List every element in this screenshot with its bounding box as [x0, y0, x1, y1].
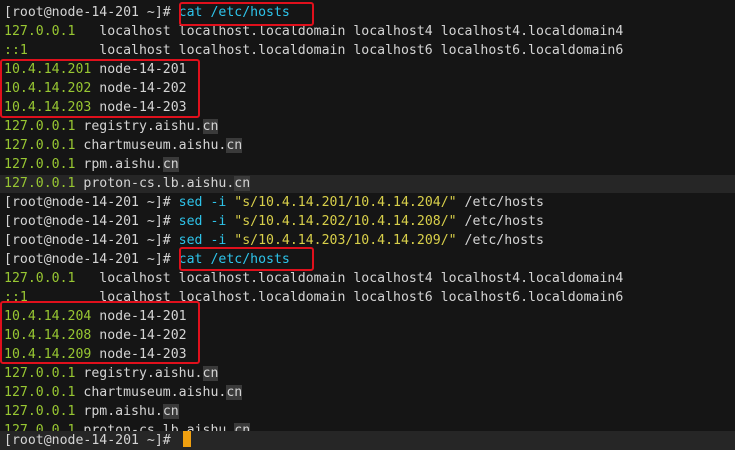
shell-prompt: [root@node-14-201 ~]#: [4, 233, 179, 248]
hosts-entry: 127.0.0.1 proton-cs.lb.aishu.cn: [0, 175, 735, 194]
command-argument: "s/10.4.14.202/10.4.14.208/": [234, 214, 457, 229]
hostname: node-14-203: [91, 347, 187, 362]
hostname-tld: cn: [202, 366, 219, 381]
hosts-entry: 127.0.0.1 chartmuseum.aishu.cn: [0, 384, 735, 402]
shell-prompt: [root@node-14-201 ~]#: [4, 5, 179, 20]
command-path: /etc/hosts: [210, 5, 290, 20]
command-argument: "s/10.4.14.203/10.4.14.209/": [234, 233, 457, 248]
hosts-entry: 127.0.0.1 rpm.aishu.cn: [0, 403, 735, 421]
active-command-line[interactable]: [root@node-14-201 ~]#: [0, 431, 735, 450]
ip-address: 127.0.0.1: [4, 366, 76, 381]
hosts-entry: ::1 localhost localhost.localdomain loca…: [0, 42, 735, 60]
ip-address: 127.0.0.1: [4, 176, 76, 191]
command-path: /etc/hosts: [456, 233, 544, 248]
hosts-entry-node: 10.4.14.209 node-14-203: [0, 346, 735, 364]
hostname: registry.aishu.: [75, 119, 203, 134]
hostname-tld: cn: [202, 119, 219, 134]
hostname: node-14-203: [91, 100, 187, 115]
hosts-entry-node: 10.4.14.204 node-14-201: [0, 308, 735, 326]
command-flag: -i: [202, 195, 235, 210]
ip-address: ::1: [4, 290, 28, 305]
ip-address: ::1: [4, 43, 28, 58]
hosts-entry: 127.0.0.1 rpm.aishu.cn: [0, 156, 735, 174]
command-line: [root@node-14-201 ~]# sed -i "s/10.4.14.…: [0, 194, 735, 212]
ip-address: 10.4.14.208: [4, 328, 92, 343]
ip-address: 10.4.14.209: [4, 347, 92, 362]
hostname: registry.aishu.: [75, 366, 203, 381]
hostname: rpm.aishu.: [75, 404, 163, 419]
shell-prompt: [root@node-14-201 ~]#: [4, 252, 179, 267]
hosts-entry: 127.0.0.1 localhost localhost.localdomai…: [0, 23, 735, 41]
hosts-entry-node: 10.4.14.201 node-14-201: [0, 61, 735, 79]
terminal-window[interactable]: [root@node-14-201 ~]# cat /etc/hosts 127…: [0, 0, 735, 450]
ip-address: 127.0.0.1: [4, 385, 76, 400]
ip-address: 10.4.14.202: [4, 81, 92, 96]
hostnames: localhost localhost.localdomain localhos…: [27, 290, 624, 305]
ip-address: 127.0.0.1: [4, 157, 76, 172]
hosts-entry: ::1 localhost localhost.localdomain loca…: [0, 289, 735, 307]
hostname: node-14-201: [91, 62, 187, 77]
hostname: node-14-202: [91, 81, 187, 96]
command-name: cat: [178, 252, 203, 267]
hostname-tld: cn: [162, 404, 179, 419]
text-cursor: [182, 431, 191, 447]
command-line: [root@node-14-201 ~]# sed -i "s/10.4.14.…: [0, 213, 735, 231]
hosts-entry: 127.0.0.1 localhost localhost.localdomai…: [0, 270, 735, 288]
shell-prompt: [root@node-14-201 ~]#: [4, 214, 179, 229]
hosts-entry-node: 10.4.14.202 node-14-202: [0, 80, 735, 98]
hostname-tld: cn: [226, 138, 243, 153]
command-name: sed: [178, 195, 203, 210]
ip-address: 127.0.0.1: [4, 271, 76, 286]
command-path: /etc/hosts: [210, 252, 290, 267]
command-path: /etc/hosts: [456, 195, 544, 210]
command-line: [root@node-14-201 ~]# sed -i "s/10.4.14.…: [0, 232, 735, 250]
hostname-tld: cn: [234, 176, 251, 191]
hostname: chartmuseum.aishu.: [75, 385, 227, 400]
command-argument: "s/10.4.14.201/10.4.14.204/": [234, 195, 457, 210]
hosts-entry-node: 10.4.14.208 node-14-202: [0, 327, 735, 345]
command-line: [root@node-14-201 ~]# cat /etc/hosts: [0, 251, 735, 269]
hostname: chartmuseum.aishu.: [75, 138, 227, 153]
hostname: rpm.aishu.: [75, 157, 163, 172]
command-name: sed: [178, 214, 203, 229]
command-path: /etc/hosts: [456, 214, 544, 229]
shell-prompt: [root@node-14-201 ~]#: [4, 195, 179, 210]
command-name: sed: [178, 233, 203, 248]
hostname-tld: cn: [162, 157, 179, 172]
hostnames: localhost localhost.localdomain localhos…: [75, 271, 624, 286]
ip-address: 10.4.14.201: [4, 62, 92, 77]
hostnames: localhost localhost.localdomain localhos…: [75, 24, 624, 39]
ip-address: 127.0.0.1: [4, 404, 76, 419]
hosts-entry: 127.0.0.1 registry.aishu.cn: [0, 365, 735, 383]
hostname: node-14-202: [91, 328, 187, 343]
ip-address: 127.0.0.1: [4, 24, 76, 39]
hostname: proton-cs.lb.aishu.: [75, 176, 235, 191]
command-name: cat: [178, 5, 203, 20]
hosts-entry: 127.0.0.1 registry.aishu.cn: [0, 118, 735, 136]
ip-address: 10.4.14.203: [4, 100, 92, 115]
shell-prompt: [root@node-14-201 ~]#: [4, 433, 179, 448]
ip-address: 127.0.0.1: [4, 119, 76, 134]
command-flag: -i: [202, 233, 235, 248]
ip-address: 10.4.14.204: [4, 309, 92, 324]
hostname: node-14-201: [91, 309, 187, 324]
command-flag: -i: [202, 214, 235, 229]
ip-address: 127.0.0.1: [4, 138, 76, 153]
hostnames: localhost localhost.localdomain localhos…: [27, 43, 624, 58]
command-line: [root@node-14-201 ~]# cat /etc/hosts: [0, 4, 735, 22]
hosts-entry: 127.0.0.1 chartmuseum.aishu.cn: [0, 137, 735, 155]
hosts-entry-node: 10.4.14.203 node-14-203: [0, 99, 735, 117]
hostname-tld: cn: [226, 385, 243, 400]
